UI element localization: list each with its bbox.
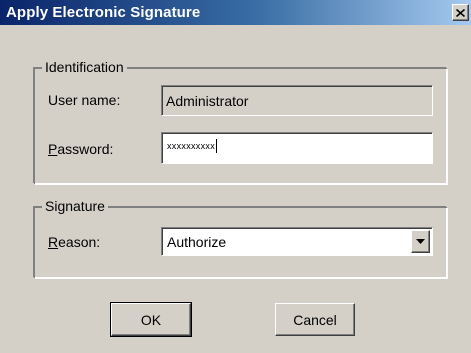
close-button[interactable] <box>452 4 469 21</box>
close-icon <box>456 8 465 17</box>
window-title: Apply Electronic Signature <box>6 4 201 21</box>
password-label-accelerator: P <box>48 141 58 157</box>
username-label: User name: <box>48 92 121 108</box>
username-value: Administrator <box>166 93 249 109</box>
cancel-button[interactable]: Cancel <box>275 303 355 336</box>
reason-label-accelerator: R <box>48 234 59 250</box>
password-label: Password: <box>48 140 113 158</box>
password-value: xxxxxxxxxx <box>167 141 215 151</box>
reason-selected-value: Authorize <box>167 234 227 250</box>
username-field: Administrator <box>161 85 433 116</box>
text-caret <box>216 139 217 153</box>
password-input[interactable]: xxxxxxxxxx <box>161 132 433 164</box>
title-bar[interactable]: Apply Electronic Signature <box>0 0 471 25</box>
reason-select[interactable]: Authorize <box>161 227 433 256</box>
chevron-down-icon <box>416 239 425 244</box>
signature-legend: Signature <box>42 197 108 215</box>
password-label-rest: assword: <box>57 141 114 157</box>
reason-label-rest: eason: <box>58 234 101 250</box>
reason-label: Reason: <box>48 233 100 251</box>
ok-button[interactable]: OK <box>110 302 192 337</box>
identification-legend: Identification <box>42 58 127 76</box>
reason-dropdown-button[interactable] <box>411 230 430 253</box>
